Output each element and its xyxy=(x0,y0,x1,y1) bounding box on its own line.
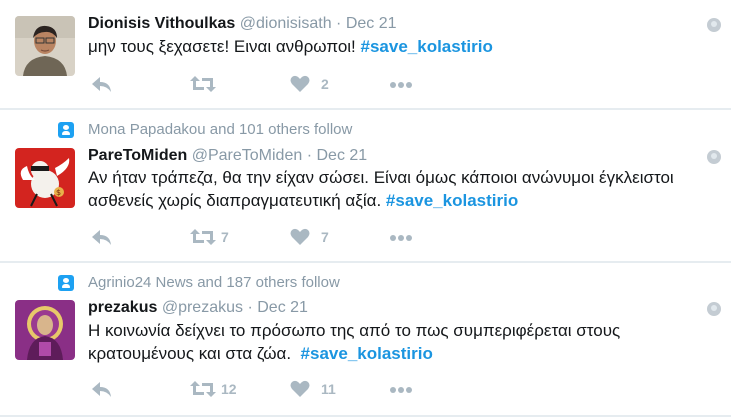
author-handle[interactable]: @prezakus xyxy=(162,299,243,316)
retweet-icon xyxy=(190,381,216,397)
like-count: 11 xyxy=(321,381,336,397)
tweet-actions: 7 7 xyxy=(88,226,428,248)
reply-icon xyxy=(92,230,111,245)
hashtag-link[interactable]: #save_kolastirio xyxy=(386,191,518,210)
tweet-text-line: ασθενείς χωρίς διαπραγματευτική αξία. xyxy=(88,191,386,210)
svg-text:$: $ xyxy=(56,188,61,197)
more-icon xyxy=(390,82,412,88)
tweet-header: PareToMiden @PareToMiden · Dec 21 xyxy=(88,146,367,166)
tweet-text-line: Αν ήταν τράπεζα, θα την είχαν σώσει. Είν… xyxy=(88,168,674,187)
heart-icon xyxy=(290,75,310,92)
tweet-text: μην τους ξεχασετε! Ειναι ανθρωποι! #save… xyxy=(88,35,493,58)
reply-icon xyxy=(92,77,111,92)
retweet-icon xyxy=(190,76,216,92)
dot-separator: · xyxy=(247,299,253,316)
more-icon xyxy=(390,235,412,241)
avatar[interactable] xyxy=(15,300,75,360)
avatar[interactable] xyxy=(15,16,75,76)
author-name[interactable]: Dionisis Vithoulkas xyxy=(88,15,235,32)
retweet-icon xyxy=(190,229,216,245)
like-count: 7 xyxy=(321,229,329,245)
author-handle[interactable]: @PareToMiden xyxy=(192,147,303,164)
tweet[interactable]: Mona Papadakou and 101 others follow $ P… xyxy=(0,110,731,261)
tweet-text: Η κοινωνία δείχνει το πρόσωπο της από το… xyxy=(88,319,620,365)
reply-icon xyxy=(92,382,111,397)
author-name[interactable]: PareToMiden xyxy=(88,147,187,164)
retweet-count: 7 xyxy=(221,229,229,245)
heart-icon xyxy=(290,228,310,245)
context-text[interactable]: Mona Papadakou and 101 others follow xyxy=(88,121,352,139)
tweet-header: prezakus @prezakus · Dec 21 xyxy=(88,298,308,318)
hashtag-link[interactable]: #save_kolastirio xyxy=(301,344,433,363)
timeline: Dionisis Vithoulkas @dionisisath · Dec 2… xyxy=(0,0,731,419)
globe-icon xyxy=(707,302,721,316)
timestamp[interactable]: Dec 21 xyxy=(257,299,308,316)
timestamp[interactable]: Dec 21 xyxy=(346,15,397,32)
globe-icon xyxy=(707,150,721,164)
tweet-header: Dionisis Vithoulkas @dionisisath · Dec 2… xyxy=(88,14,397,34)
tweet-actions: 2 xyxy=(88,73,428,95)
author-name[interactable]: prezakus xyxy=(88,299,157,316)
follow-context-icon xyxy=(58,122,74,138)
tweet-text-line: Η κοινωνία δείχνει το πρόσωπο της από το… xyxy=(88,321,621,340)
retweet-count: 12 xyxy=(221,381,237,397)
tweet-text-line: μην τους ξεχασετε! Ειναι ανθρωποι! xyxy=(88,37,361,56)
tweet[interactable]: Agrinio24 News and 187 others follow pre… xyxy=(0,263,731,415)
globe-icon xyxy=(707,18,721,32)
tweet-text-line: κρατουμένους και στα ζώα. xyxy=(88,344,301,363)
author-handle[interactable]: @dionisisath xyxy=(240,15,332,32)
dot-separator: · xyxy=(336,15,342,32)
follow-context-icon xyxy=(58,275,74,291)
tweet[interactable]: Dionisis Vithoulkas @dionisisath · Dec 2… xyxy=(0,0,731,108)
avatar[interactable]: $ xyxy=(15,148,75,208)
timestamp[interactable]: Dec 21 xyxy=(316,147,367,164)
more-icon xyxy=(390,387,412,393)
tweet-actions: 12 11 xyxy=(88,378,428,400)
context-text[interactable]: Agrinio24 News and 187 others follow xyxy=(88,274,340,292)
divider xyxy=(0,415,731,417)
like-count: 2 xyxy=(321,76,329,92)
hashtag-link[interactable]: #save_kolastirio xyxy=(361,37,493,56)
heart-icon xyxy=(290,380,310,397)
dot-separator: · xyxy=(306,147,313,164)
tweet-text: Αν ήταν τράπεζα, θα την είχαν σώσει. Είν… xyxy=(88,166,674,212)
